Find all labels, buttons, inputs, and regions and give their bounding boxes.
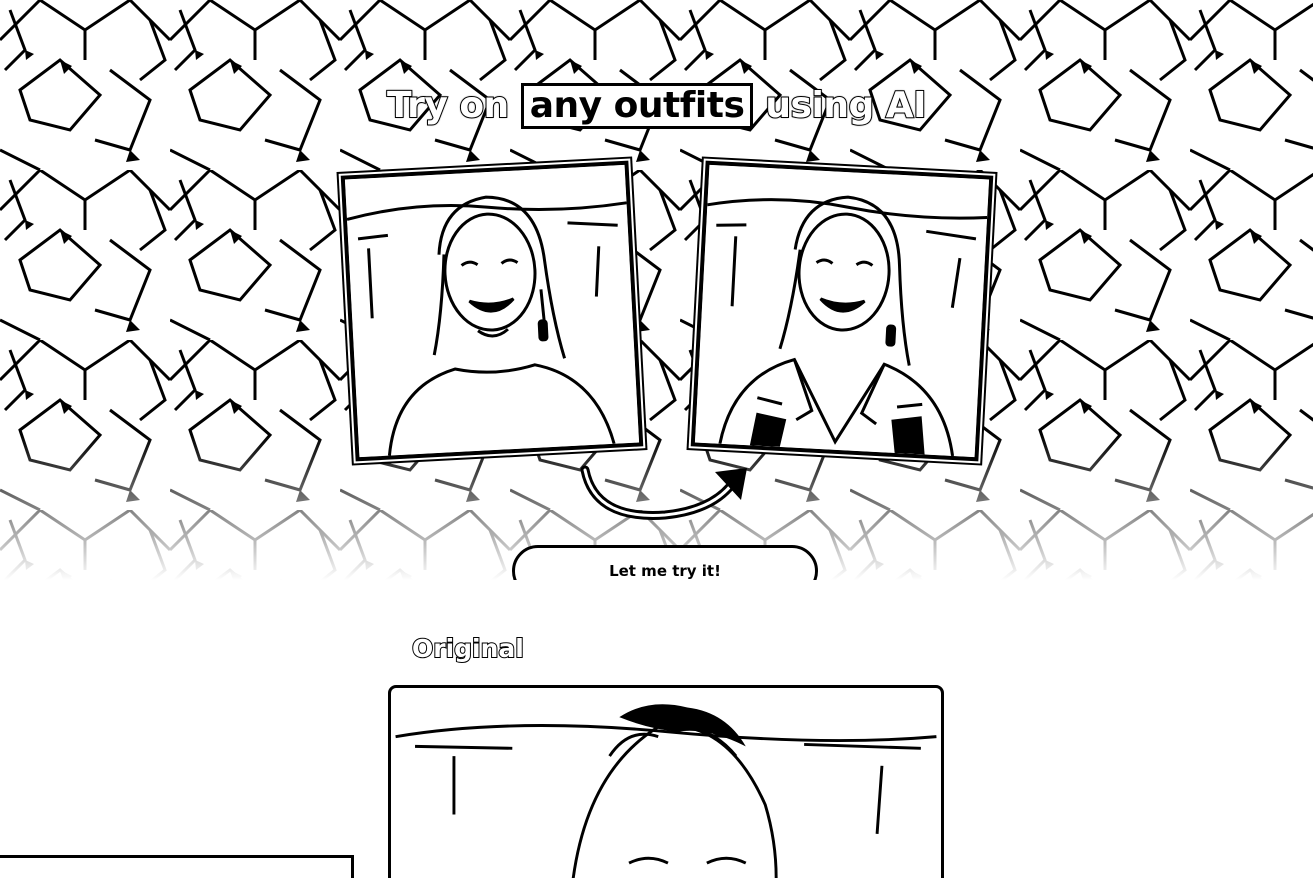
hero-section: Try on any outfits using AI Let me try i… xyxy=(0,0,1313,580)
after-photo-card xyxy=(690,160,994,462)
headline-suffix: using AI xyxy=(764,84,927,127)
headline-prefix: Try on xyxy=(386,84,510,127)
original-label: Original xyxy=(411,633,525,664)
original-photo-panel xyxy=(388,685,944,878)
curved-arrow-icon xyxy=(580,465,747,520)
before-photo-card xyxy=(340,160,644,462)
hero-headline: Try on any outfits using AI xyxy=(0,82,1313,130)
try-it-button[interactable]: Let me try it! xyxy=(512,545,818,580)
side-panel xyxy=(0,855,354,878)
original-photo xyxy=(395,688,937,878)
headline-highlight: any outfits xyxy=(520,83,754,129)
page: Try on any outfits using AI Let me try i… xyxy=(0,0,1313,878)
before-photo xyxy=(344,164,640,458)
after-photo xyxy=(694,164,990,458)
